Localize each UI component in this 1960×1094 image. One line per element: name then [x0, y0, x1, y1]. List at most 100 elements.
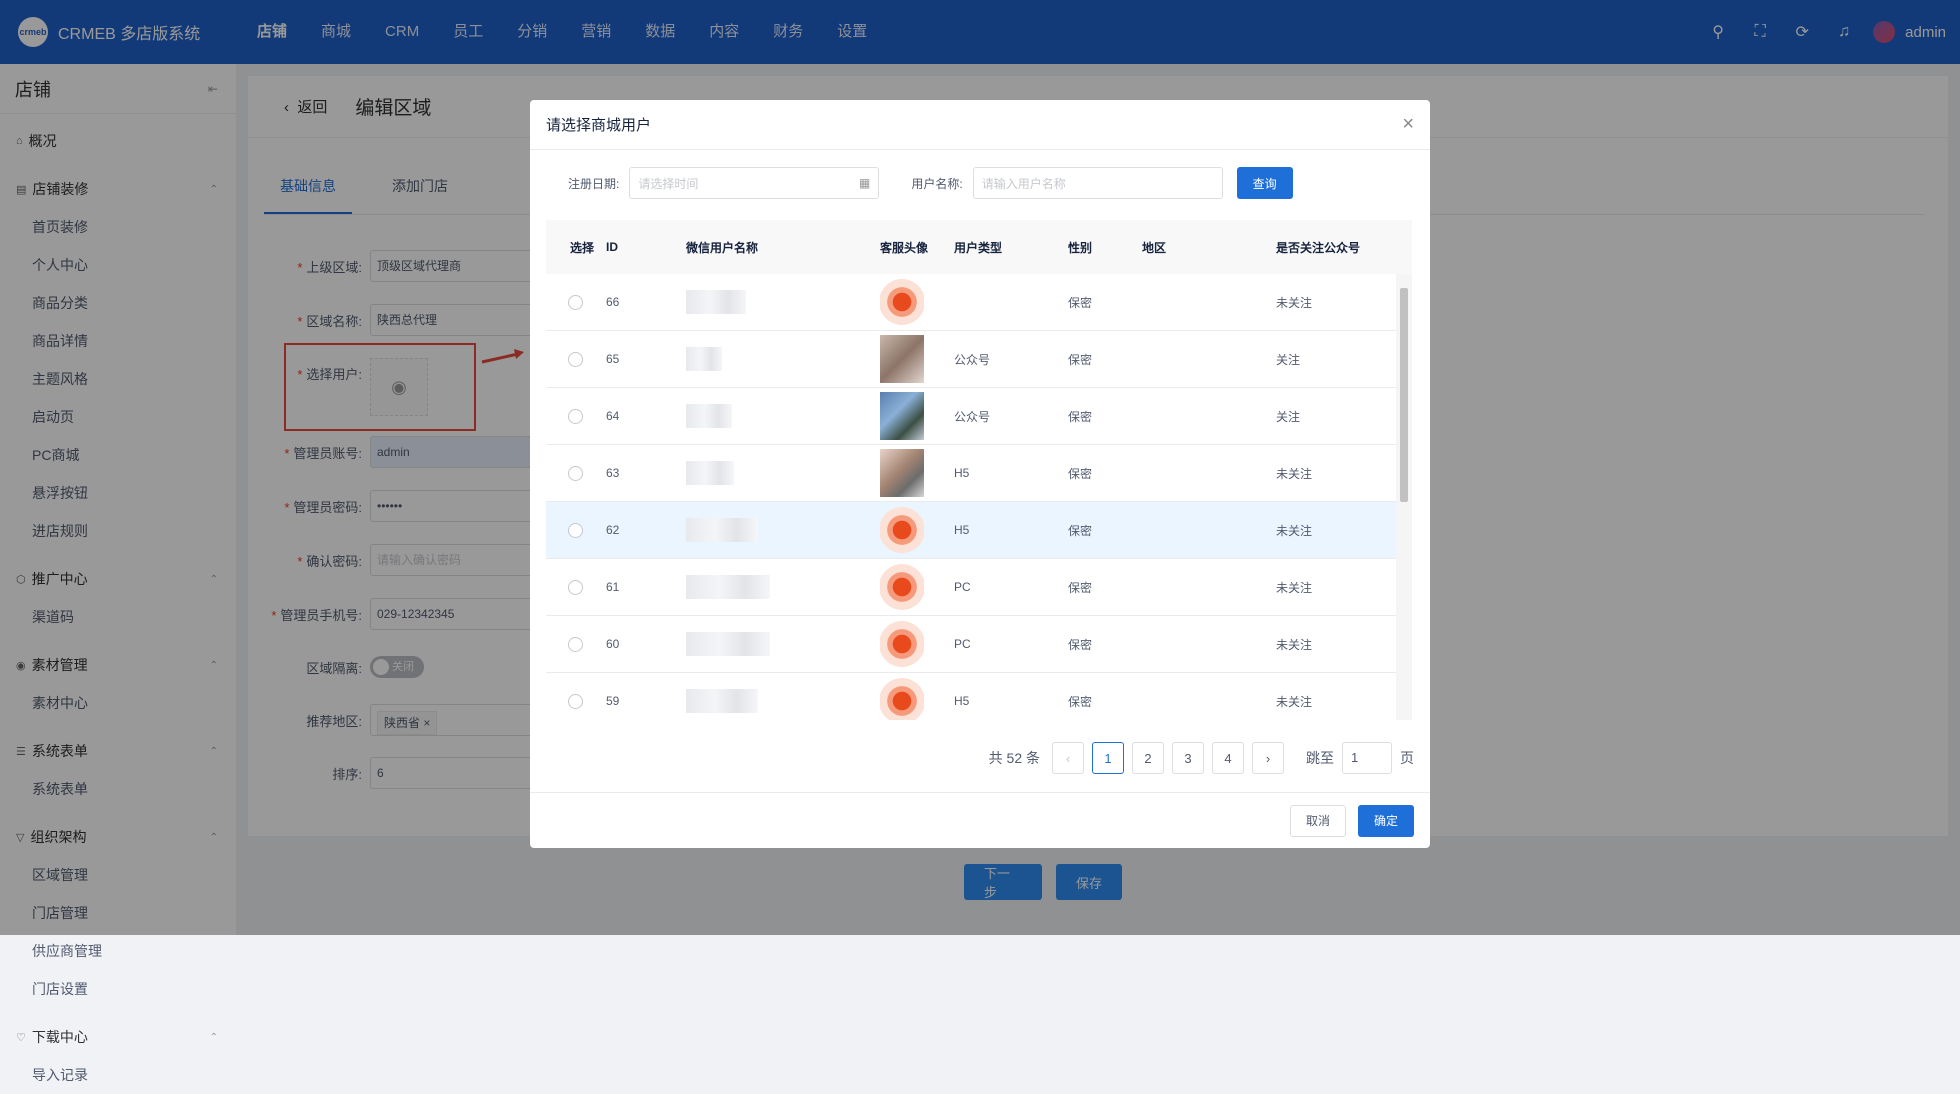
page-1[interactable]: 1: [1092, 742, 1124, 774]
filter-bar: 注册日期: 请选择时间 ▦ 用户名称: 请输入用户名称 查询: [530, 150, 1430, 216]
row-follow: 未关注: [1276, 637, 1313, 652]
next-page-button[interactable]: ›: [1252, 742, 1284, 774]
avatar: [880, 506, 924, 554]
chevron-up-icon: ⌃: [209, 1031, 218, 1043]
scrollbar-thumb[interactable]: [1400, 288, 1408, 502]
date-picker[interactable]: 请选择时间 ▦: [629, 167, 880, 199]
table-scrollbar[interactable]: [1396, 274, 1412, 720]
wechat-name-blurred: [686, 689, 758, 713]
username-input[interactable]: 请输入用户名称: [972, 167, 1223, 199]
col-avatar: 客服头像: [880, 240, 929, 255]
sidebar-item-supplier-manage[interactable]: 供应商管理: [32, 932, 140, 970]
page-4[interactable]: 4: [1212, 742, 1244, 774]
table-header: 选择 ID 微信用户名称 客服头像 用户类型 性别 地区 是否关注公众号: [546, 220, 1412, 274]
page-3[interactable]: 3: [1172, 742, 1204, 774]
avatar: [880, 563, 924, 611]
row-radio[interactable]: [568, 294, 583, 310]
row-gender: 保密: [1068, 466, 1093, 481]
col-follow: 是否关注公众号: [1276, 240, 1361, 255]
close-icon[interactable]: ×: [1402, 113, 1414, 136]
table-row[interactable]: 60 PC 保密 未关注: [546, 616, 1396, 673]
row-gender: 保密: [1068, 523, 1093, 538]
date-label: 注册日期:: [568, 176, 620, 191]
table-row[interactable]: 62 H5 保密 未关注: [546, 502, 1396, 559]
row-radio[interactable]: [568, 636, 583, 652]
row-user-type: 公众号: [954, 409, 991, 424]
jump-label: 跳至: [1306, 750, 1334, 766]
col-region: 地区: [1142, 240, 1167, 255]
row-id: 66: [606, 295, 620, 309]
table-body: 66 保密 未关注 65 公众号 保密 关注 64 公众号 保密 关注 63 H…: [546, 274, 1396, 720]
row-id: 63: [606, 466, 620, 480]
query-button[interactable]: 查询: [1236, 167, 1293, 199]
row-follow: 关注: [1276, 409, 1301, 424]
row-id: 65: [606, 352, 620, 366]
dialog-title: 请选择商城用户: [546, 117, 652, 134]
col-user-type: 用户类型: [954, 240, 1003, 255]
table-row[interactable]: 66 保密 未关注: [546, 274, 1396, 331]
dialog-header: 请选择商城用户 ×: [530, 100, 1430, 150]
row-user-type: H5: [954, 694, 970, 708]
row-radio[interactable]: [568, 693, 583, 709]
avatar: [880, 449, 924, 497]
row-radio[interactable]: [568, 579, 583, 595]
sidebar-group-download[interactable]: ♡ 下载中心 ⌃: [0, 1018, 236, 1056]
dialog-footer: 取消 确定: [530, 792, 1430, 848]
row-gender: 保密: [1068, 694, 1093, 709]
avatar: [880, 677, 924, 720]
sidebar-item-store-settings[interactable]: 门店设置: [32, 970, 140, 1008]
row-gender: 保密: [1068, 295, 1093, 310]
row-follow: 关注: [1276, 352, 1301, 367]
cancel-button[interactable]: 取消: [1290, 804, 1346, 837]
pagination: 共 52 条 ‹ 1 2 3 4 › 跳至 1 页: [989, 742, 1414, 774]
heart-icon: ♡: [16, 1031, 26, 1044]
user-table: 选择 ID 微信用户名称 客服头像 用户类型 性别 地区 是否关注公众号 66 …: [546, 220, 1412, 720]
row-user-type: H5: [954, 466, 970, 480]
avatar: [880, 335, 924, 383]
prev-page-button[interactable]: ‹: [1052, 742, 1084, 774]
sidebar-item-import-records[interactable]: 导入记录: [0, 1056, 236, 1094]
avatar: [880, 392, 924, 440]
row-follow: 未关注: [1276, 466, 1313, 481]
col-id: ID: [606, 240, 618, 254]
jump-page-input[interactable]: 1: [1342, 742, 1392, 774]
row-id: 64: [606, 409, 620, 423]
row-radio[interactable]: [568, 408, 583, 424]
row-id: 59: [606, 694, 620, 708]
avatar: [880, 620, 924, 668]
row-gender: 保密: [1068, 637, 1093, 652]
wechat-name-blurred: [686, 575, 770, 599]
row-radio[interactable]: [568, 522, 583, 538]
wechat-name-blurred: [686, 461, 734, 485]
row-follow: 未关注: [1276, 295, 1313, 310]
select-user-dialog: 请选择商城用户 × 注册日期: 请选择时间 ▦ 用户名称: 请输入用户名称 查询…: [530, 100, 1430, 848]
calendar-icon: ▦: [859, 176, 871, 190]
avatar: [880, 278, 924, 326]
page-2[interactable]: 2: [1132, 742, 1164, 774]
sidebar-group-label: 下载中心: [31, 1029, 88, 1045]
row-user-type: 公众号: [954, 352, 991, 367]
date-placeholder: 请选择时间: [638, 176, 699, 191]
col-gender: 性别: [1068, 240, 1093, 255]
row-radio[interactable]: [568, 351, 583, 367]
table-row[interactable]: 63 H5 保密 未关注: [546, 445, 1396, 502]
row-id: 60: [606, 637, 620, 651]
confirm-button[interactable]: 确定: [1358, 804, 1414, 837]
wechat-name-blurred: [686, 347, 722, 371]
row-user-type: PC: [954, 580, 971, 594]
page-unit: 页: [1400, 750, 1414, 766]
table-row[interactable]: 64 公众号 保密 关注: [546, 388, 1396, 445]
table-row[interactable]: 65 公众号 保密 关注: [546, 331, 1396, 388]
page-jump: 跳至 1 页: [1306, 742, 1414, 774]
col-select: 选择: [570, 240, 595, 255]
row-follow: 未关注: [1276, 694, 1313, 709]
row-radio[interactable]: [568, 465, 583, 481]
col-wechat-name: 微信用户名称: [686, 240, 759, 255]
table-row[interactable]: 61 PC 保密 未关注: [546, 559, 1396, 616]
total-count: 共 52 条: [988, 750, 1040, 766]
row-gender: 保密: [1068, 409, 1093, 424]
table-row[interactable]: 59 H5 保密 未关注: [546, 673, 1396, 720]
row-gender: 保密: [1068, 580, 1093, 595]
wechat-name-blurred: [686, 290, 746, 314]
wechat-name-blurred: [686, 404, 732, 428]
